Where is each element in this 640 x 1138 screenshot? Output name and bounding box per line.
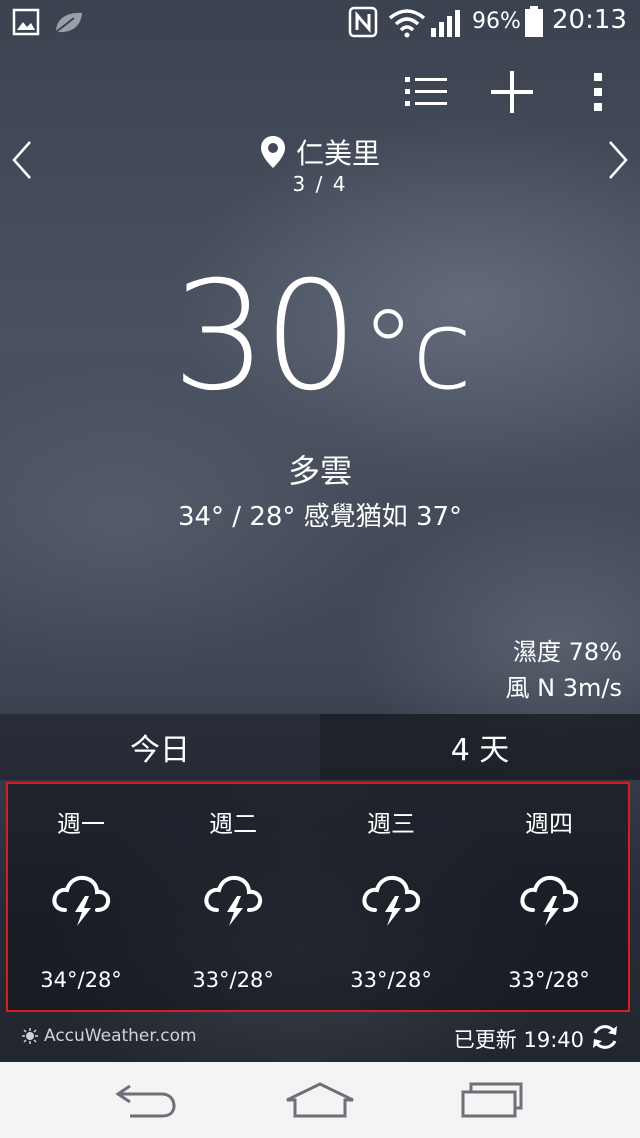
forecast-day-name: 週三 (367, 810, 416, 838)
signal-icon (431, 10, 460, 37)
status-bar: 96% 20:13 (0, 0, 640, 44)
temperature-range: 34° / 28° 感覺猶如 37° (177, 502, 463, 532)
location-name: 仁美里 (295, 137, 380, 170)
forecast-temps: 34°/28° (40, 968, 122, 992)
forecast-day-name: 週一 (57, 810, 106, 838)
back-icon (115, 1084, 176, 1118)
add-icon (491, 71, 533, 113)
location-pin-icon (260, 136, 285, 168)
gallery-icon (12, 8, 40, 36)
weather-condition: 多雲 (287, 452, 352, 490)
battery-percent: 96% (472, 9, 521, 34)
thunderstorm-icon (52, 875, 111, 926)
temperature-value: 30 (171, 250, 359, 424)
provider-name: AccuWeather.com (44, 1026, 197, 1046)
sun-icon (22, 1028, 38, 1044)
tab-4-day[interactable]: 4 天 (320, 714, 640, 780)
location-header: 仁美里 (0, 130, 640, 174)
humidity: 濕度 78% (513, 638, 622, 666)
last-updated: 已更新 19:40 (453, 1028, 584, 1052)
back-button[interactable] (106, 1076, 186, 1124)
thunderstorm-icon (204, 875, 263, 926)
nfc-icon (348, 6, 378, 38)
page-indicator: 3 / 4 (292, 172, 348, 196)
recent-apps-button[interactable] (452, 1076, 532, 1124)
forecast-day-name: 週二 (209, 810, 258, 838)
forecast-day: 週二 33°/28° (154, 784, 312, 1010)
forecast-temps: 33°/28° (192, 968, 274, 992)
forecast-panel: 週一 34°/28° 週二 33°/28° 週三 33°/28° 週四 33°/… (6, 782, 630, 1012)
forecast-day: 週四 33°/28° (470, 784, 628, 1010)
accuweather-link[interactable]: AccuWeather.com (22, 1026, 197, 1046)
more-options-button[interactable] (570, 64, 626, 120)
forecast-temps: 33°/28° (350, 968, 432, 992)
leaf-icon (55, 12, 82, 33)
forecast-temps: 33°/28° (508, 968, 590, 992)
wifi-icon (388, 9, 426, 38)
wind: 風 N 3m/s (505, 674, 622, 702)
thunderstorm-icon (362, 875, 421, 926)
temperature-unit: °c (360, 286, 473, 414)
battery-icon (525, 6, 543, 37)
clock: 20:13 (552, 5, 627, 35)
navigation-bar (0, 1062, 640, 1138)
list-button[interactable] (398, 64, 454, 120)
forecast-day: 週三 33°/28° (312, 784, 470, 1010)
tab-today[interactable]: 今日 (0, 714, 320, 780)
forecast-day-name: 週四 (525, 810, 574, 838)
home-button[interactable] (280, 1076, 360, 1124)
forecast-day: 週一 34°/28° (8, 784, 154, 1010)
home-icon (286, 1082, 354, 1118)
recents-icon (461, 1082, 523, 1118)
add-location-button[interactable] (484, 64, 540, 120)
refresh-icon[interactable] (590, 1022, 620, 1052)
thunderstorm-icon (520, 875, 579, 926)
list-icon (405, 77, 447, 106)
more-icon (594, 73, 602, 111)
current-temperature: 30°c (0, 262, 640, 425)
